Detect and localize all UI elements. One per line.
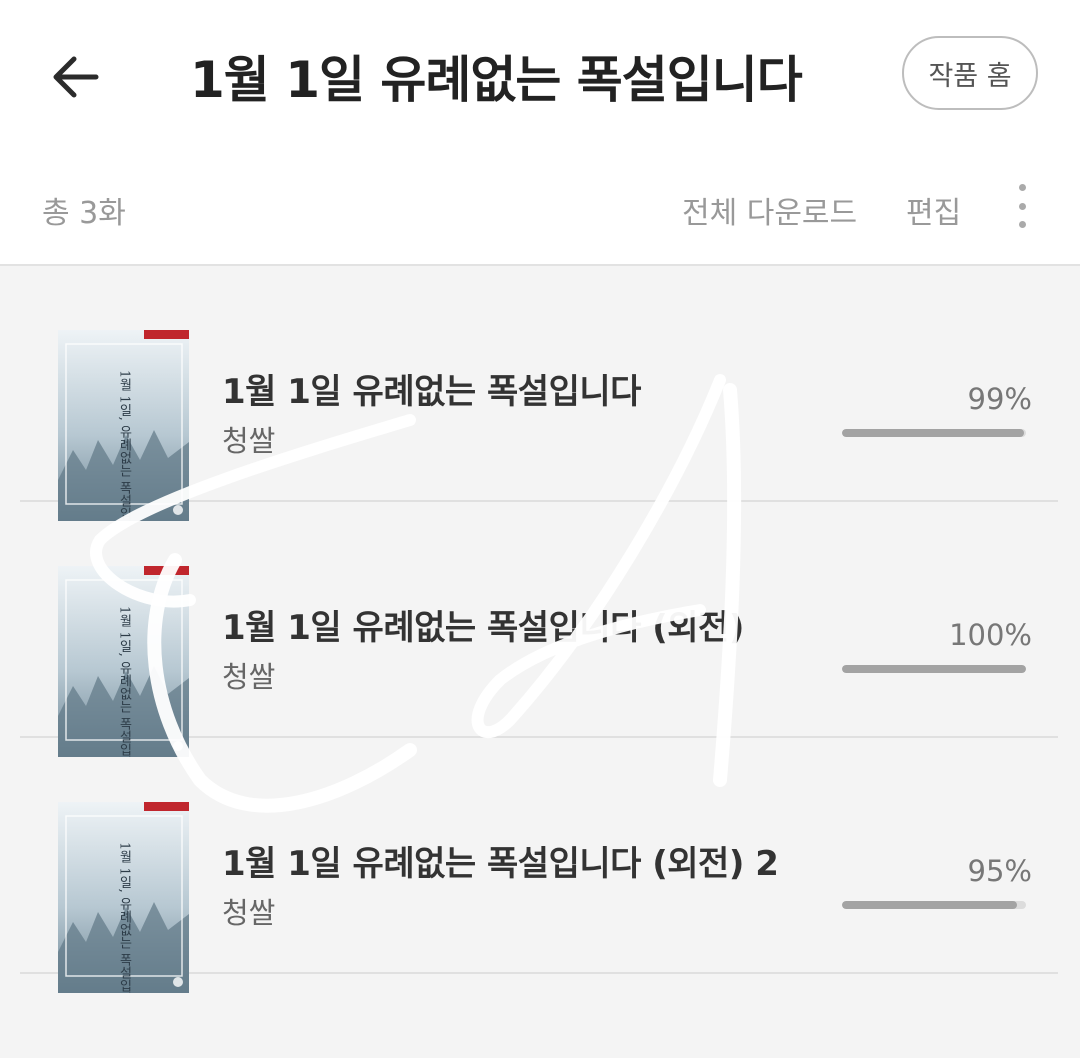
book-row[interactable]: 1월 1일, 유례없는 폭설입니다 1월 1일 유례없는 폭설입니다 (외전) …	[20, 738, 1058, 993]
svg-text:1월 1일, 유례없는 폭설입니다: 1월 1일, 유례없는 폭설입니다	[117, 370, 132, 521]
book-cover-image: 1월 1일, 유례없는 폭설입니다	[58, 566, 189, 757]
book-row[interactable]: 1월 1일, 유례없는 폭설입니다 1월 1일 유례없는 폭설입니다 청쌀 99…	[20, 266, 1058, 521]
series-home-button[interactable]: 작품 홈	[902, 36, 1038, 110]
cover-art: 1월 1일, 유례없는 폭설입니다	[58, 330, 189, 521]
cover-art: 1월 1일, 유례없는 폭설입니다	[58, 802, 189, 993]
book-title: 1월 1일 유례없는 폭설입니다	[222, 372, 641, 412]
book-author: 청쌀	[222, 896, 276, 930]
book-row[interactable]: 1월 1일, 유례없는 폭설입니다 1월 1일 유례없는 폭설입니다 (외전) …	[20, 502, 1058, 757]
progress-fill	[842, 429, 1025, 437]
page-title: 1월 1일 유례없는 폭설입니다	[190, 51, 803, 109]
progress-percent: 99%	[967, 382, 1032, 416]
book-title: 1월 1일 유례없는 폭설입니다 (외전) 2	[222, 844, 779, 884]
progress-bar	[842, 901, 1026, 909]
cover-art: 1월 1일, 유례없는 폭설입니다	[58, 566, 189, 757]
total-episode-count: 총 3화	[42, 196, 126, 231]
progress-percent: 100%	[949, 618, 1032, 652]
edit-button[interactable]: 편집	[906, 188, 961, 232]
top-app-bar: 1월 1일 유례없는 폭설입니다 작품 홈	[0, 0, 1080, 150]
book-author: 청쌀	[222, 660, 276, 694]
progress-bar	[842, 665, 1026, 673]
list-toolbar: 총 3화 전체 다운로드 편집	[0, 150, 1080, 266]
book-cover-image: 1월 1일, 유례없는 폭설입니다	[58, 802, 189, 993]
progress-fill	[842, 665, 1026, 673]
book-title: 1월 1일 유례없는 폭설입니다 (외전)	[222, 608, 744, 648]
book-cover-image: 1월 1일, 유례없는 폭설입니다	[58, 330, 189, 521]
arrow-left-icon	[53, 56, 99, 98]
svg-text:1월 1일, 유례없는 폭설입니다: 1월 1일, 유례없는 폭설입니다	[117, 842, 132, 993]
progress-percent: 95%	[967, 854, 1032, 888]
book-author: 청쌀	[222, 424, 276, 458]
progress-fill	[842, 901, 1017, 909]
svg-text:1월 1일, 유례없는 폭설입니다: 1월 1일, 유례없는 폭설입니다	[117, 606, 132, 757]
progress-bar	[842, 429, 1026, 437]
download-all-button[interactable]: 전체 다운로드	[682, 188, 857, 232]
back-button[interactable]	[40, 42, 110, 112]
more-vertical-icon[interactable]	[1004, 184, 1040, 228]
